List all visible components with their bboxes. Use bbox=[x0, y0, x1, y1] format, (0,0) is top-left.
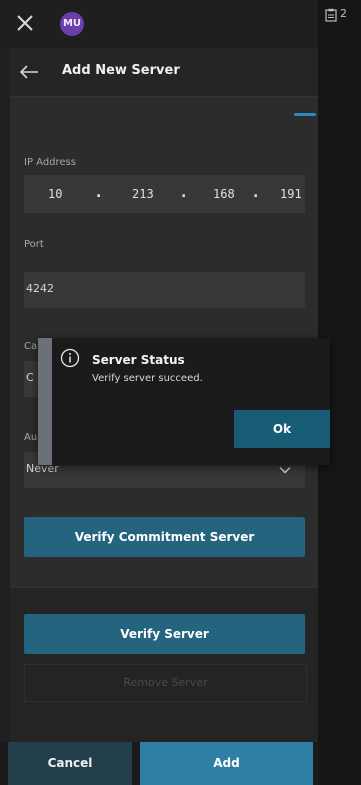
side-label: 2 bbox=[340, 7, 347, 20]
avatar[interactable]: MU bbox=[60, 12, 84, 36]
ip-octet-2[interactable]: 213 bbox=[132, 187, 154, 201]
ip-separator: . bbox=[181, 185, 187, 201]
ip-separator: . bbox=[96, 185, 102, 201]
cancel-button[interactable]: Cancel bbox=[8, 742, 132, 785]
ip-separator: . bbox=[253, 185, 259, 201]
clipboard-icon[interactable] bbox=[324, 8, 338, 22]
certificate-value: C bbox=[26, 371, 34, 384]
page-title: Add New Server bbox=[62, 63, 180, 78]
port-value: 4242 bbox=[26, 282, 54, 295]
remove-server-button[interactable]: Remove Server bbox=[24, 664, 307, 702]
ip-octet-3[interactable]: 168 bbox=[213, 187, 235, 201]
bottom-action-bar: Cancel Add bbox=[0, 742, 318, 785]
verify-server-button[interactable]: Verify Server bbox=[24, 614, 305, 654]
verify-commitment-server-button[interactable]: Verify Commitment Server bbox=[24, 517, 305, 557]
server-actions: Verify Server Remove Server bbox=[10, 587, 318, 743]
dialog-accent-stripe bbox=[38, 338, 52, 465]
port-input[interactable]: 4242 bbox=[24, 272, 305, 308]
top-bar: MU bbox=[0, 0, 318, 48]
ip-address-input[interactable]: 10 . 213 . 168 . 191 bbox=[24, 175, 305, 213]
ip-octet-1[interactable]: 10 bbox=[48, 187, 62, 201]
chevron-down-icon bbox=[279, 466, 291, 474]
dialog-message: Verify server succeed. bbox=[92, 373, 203, 384]
certificate-label: Ca bbox=[24, 341, 38, 352]
back-arrow-icon[interactable] bbox=[18, 61, 40, 83]
server-status-dialog: Server Status Verify server succeed. Ok bbox=[38, 338, 330, 465]
ok-button[interactable]: Ok bbox=[234, 410, 330, 448]
page-header: Add New Server bbox=[10, 48, 318, 97]
ip-address-label: IP Address bbox=[24, 157, 76, 168]
auto-verify-label: Au bbox=[24, 432, 38, 443]
close-icon[interactable] bbox=[14, 12, 36, 34]
accent-indicator bbox=[294, 113, 316, 116]
add-button[interactable]: Add bbox=[140, 742, 313, 785]
ip-octet-4[interactable]: 191 bbox=[280, 187, 302, 201]
info-icon bbox=[60, 348, 80, 368]
dialog-title: Server Status bbox=[92, 353, 185, 367]
port-label: Port bbox=[24, 239, 44, 250]
